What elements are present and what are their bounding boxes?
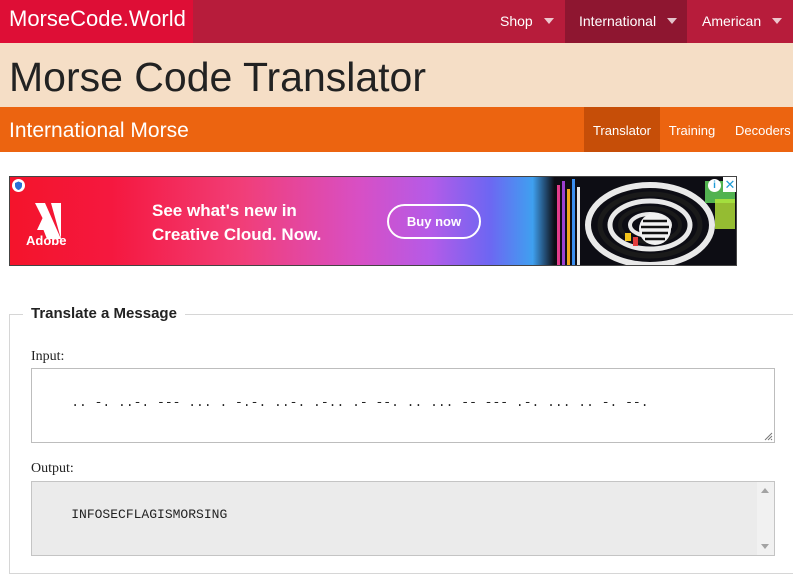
input-label: Input:: [31, 349, 65, 364]
text-output-textarea[interactable]: INFOSECFLAGISMORSING: [31, 481, 775, 556]
nav-international-label: International: [579, 13, 657, 29]
ad-banner[interactable]: Adobe See what's new in Creative Cloud. …: [9, 176, 737, 266]
site-logo-link[interactable]: MorseCode.World: [0, 0, 193, 43]
tab-training[interactable]: Training: [660, 107, 724, 152]
ad-brand-label: Adobe: [26, 233, 67, 248]
chevron-down-icon: [667, 17, 678, 24]
text-output-value: INFOSECFLAGISMORSING: [71, 507, 228, 522]
title-bar: Morse Code Translator: [0, 43, 793, 107]
translate-panel-legend: Translate a Message: [23, 305, 185, 322]
morse-input-value: .. -. ..-. --- ... . -.-. ..-. .-.. .- -…: [71, 395, 649, 410]
tab-decoders[interactable]: Decoders: [728, 107, 793, 152]
resize-handle-icon[interactable]: [764, 432, 773, 441]
ad-shield-icon: [12, 179, 25, 192]
scroll-up-icon[interactable]: [761, 488, 769, 493]
chevron-down-icon: [543, 17, 554, 24]
section-subnav: International Morse Translator Training …: [0, 107, 793, 152]
nav-international-dropdown[interactable]: International: [565, 0, 687, 43]
ad-close-icon[interactable]: ✕: [723, 177, 736, 192]
output-label: Output:: [31, 461, 74, 476]
nav-american-label: American: [702, 13, 762, 29]
nav-shop-label: Shop: [500, 13, 533, 29]
ad-buy-now-button[interactable]: Buy now: [387, 204, 481, 239]
ad-headline-line1: See what's new in: [152, 201, 297, 220]
top-navbar: MorseCode.World Shop International Ameri…: [0, 0, 793, 43]
morse-input-textarea[interactable]: .. -. ..-. --- ... . -.-. ..-. .-.. .- -…: [31, 368, 775, 443]
ad-headline: See what's new in Creative Cloud. Now.: [152, 199, 321, 247]
chevron-down-icon: [772, 17, 783, 24]
ad-info-icon[interactable]: i: [708, 179, 721, 192]
tab-translator[interactable]: Translator: [584, 107, 660, 152]
nav-shop-dropdown[interactable]: Shop: [500, 0, 554, 43]
nav-american-dropdown[interactable]: American: [702, 0, 783, 43]
ad-headline-line2: Creative Cloud. Now.: [152, 225, 322, 244]
section-title: International Morse: [9, 119, 189, 142]
translate-panel: Translate a Message Input: .. -. ..-. --…: [9, 305, 793, 574]
scroll-down-icon[interactable]: [761, 544, 769, 549]
page-title: Morse Code Translator: [9, 54, 427, 100]
output-scrollbar[interactable]: [757, 482, 774, 555]
